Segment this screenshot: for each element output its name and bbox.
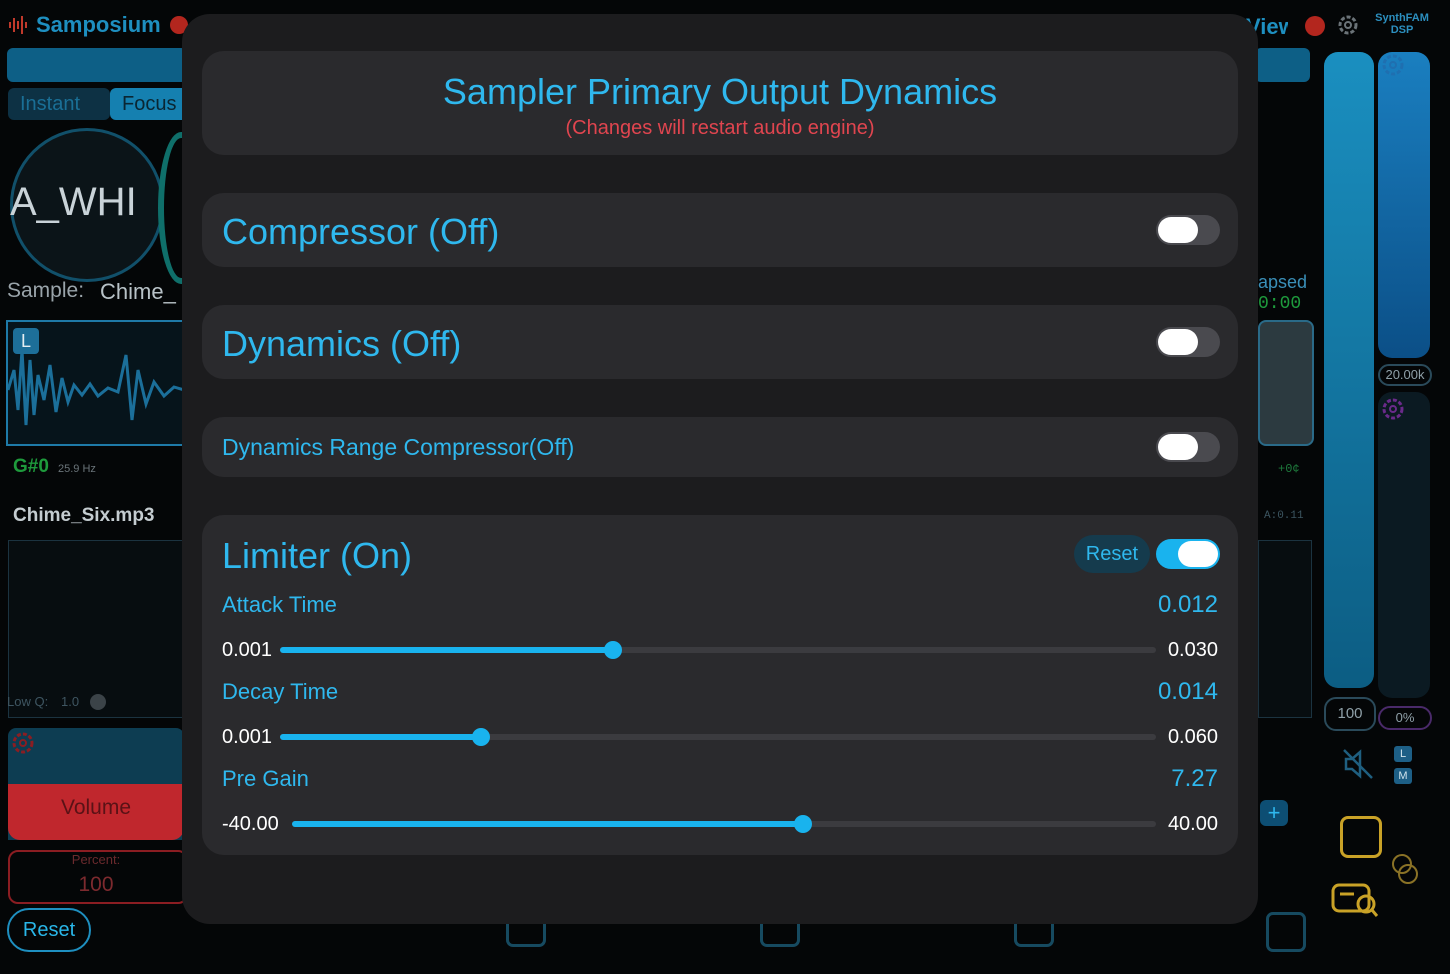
low-q-label: Low Q: — [7, 694, 49, 709]
tab-instant[interactable]: Instant — [8, 88, 110, 120]
badge-left[interactable]: L — [1394, 746, 1412, 762]
toggle-thumb — [1178, 541, 1218, 567]
sample-bar[interactable] — [7, 48, 187, 82]
slider-fill — [292, 821, 803, 827]
gear-icon[interactable] — [1380, 396, 1406, 427]
slider-fill — [280, 734, 482, 740]
attack-readout: A:0.11 — [1264, 510, 1304, 522]
compressor-row: Compressor (Off) — [202, 193, 1238, 267]
note-hz: 25.9 Hz — [58, 463, 96, 475]
drc-row: Dynamics Range Compressor(Off) — [202, 417, 1238, 477]
modal-header: Sampler Primary Output Dynamics (Changes… — [202, 51, 1238, 155]
restart-warning: (Changes will restart audio engine) — [565, 117, 875, 139]
elapsed-value: 0:00 — [1258, 294, 1302, 314]
pre-gain-value: 7.27 — [1171, 765, 1218, 792]
low-q-slider-thumb[interactable] — [90, 694, 106, 710]
decay-time-label: Decay Time — [222, 679, 339, 704]
dynamics-toggle[interactable] — [1156, 327, 1220, 357]
elapsed-label: apsed — [1258, 272, 1308, 292]
pre-gain-slider[interactable] — [292, 815, 1156, 833]
drc-toggle[interactable] — [1156, 432, 1220, 462]
mix-pill: 0% — [1378, 706, 1432, 730]
pre-gain-min: -40.00 — [222, 813, 279, 835]
dynamics-modal: Sampler Primary Output Dynamics (Changes… — [182, 14, 1258, 924]
brand-logo: SynthFAM DSP — [1375, 12, 1429, 36]
sample-bar-right[interactable] — [1255, 48, 1310, 82]
attack-time-slider[interactable] — [280, 641, 1156, 659]
file-name: Chime_Six.mp3 — [13, 505, 155, 526]
add-button[interactable]: + — [1260, 800, 1288, 826]
envelope-graph[interactable] — [1258, 540, 1312, 718]
attack-time-label: Attack Time — [222, 592, 337, 617]
limiter-reset-button[interactable]: Reset — [1073, 535, 1150, 573]
freq-pill: 20.00k — [1378, 364, 1432, 386]
slider-thumb[interactable] — [603, 641, 622, 659]
volume-label: Volume — [60, 796, 132, 819]
slider-thumb[interactable] — [793, 815, 812, 833]
limiter-toggle[interactable] — [1156, 539, 1220, 569]
pre-gain-label: Pre Gain — [222, 766, 309, 791]
mix-slider[interactable] — [1378, 392, 1430, 698]
waveform-graphic — [8, 349, 184, 426]
pitch-offset: +0¢ — [1278, 462, 1300, 476]
decay-time-min: 0.001 — [222, 726, 273, 748]
dice-icon[interactable] — [1340, 816, 1382, 858]
drc-label: Dynamics Range Compressor(Off) — [222, 434, 575, 460]
reset-button[interactable]: Reset — [7, 908, 91, 952]
limiter-label: Limiter (On) — [222, 535, 413, 576]
knob-text: A_WHI — [10, 180, 137, 224]
circles-icon[interactable] — [1386, 852, 1422, 893]
gear-icon[interactable] — [1336, 13, 1360, 42]
record-icon[interactable] — [1305, 16, 1325, 36]
dice-icon[interactable] — [1266, 912, 1306, 952]
percent-value: 100 — [78, 873, 114, 896]
limiter-panel: Limiter (On) Reset Attack Time 0.012 0.0… — [202, 515, 1238, 855]
channel-badge[interactable]: L — [13, 328, 39, 354]
decay-time-value: 0.014 — [1157, 678, 1218, 705]
toggle-thumb — [1158, 434, 1198, 460]
level-pill: 100 — [1324, 697, 1376, 731]
compressor-label: Compressor (Off) — [222, 211, 500, 252]
dynamics-row: Dynamics (Off) — [202, 305, 1238, 379]
mute-speaker-icon[interactable] — [1340, 746, 1376, 787]
decay-time-slider[interactable] — [280, 728, 1156, 746]
dynamics-label: Dynamics (Off) — [222, 323, 462, 364]
low-q-value: 1.0 — [61, 694, 80, 709]
pre-gain-max: 40.00 — [1167, 813, 1218, 835]
attack-time-value: 0.012 — [1157, 591, 1218, 618]
slider-fill — [280, 647, 613, 653]
decay-time-max: 0.060 — [1167, 726, 1218, 748]
eq-graph[interactable] — [8, 540, 186, 718]
search-chat-icon[interactable] — [1330, 880, 1380, 927]
toggle-thumb — [1158, 217, 1198, 243]
sample-label: Sample: — [7, 279, 85, 302]
gear-icon[interactable] — [1380, 52, 1406, 83]
modal-title: Sampler Primary Output Dynamics — [442, 71, 998, 112]
badge-mono[interactable]: M — [1394, 768, 1412, 784]
compressor-toggle[interactable] — [1156, 215, 1220, 245]
filter-slider[interactable] — [1378, 52, 1430, 358]
level-slider[interactable] — [1324, 52, 1374, 688]
gear-icon[interactable] — [10, 730, 36, 761]
sample-value: Chime_ — [100, 279, 176, 304]
percent-label: Percent: — [71, 852, 121, 867]
slider-thumb[interactable] — [472, 728, 491, 746]
app-title: Samposium — [36, 12, 161, 37]
attack-time-max: 0.030 — [1167, 639, 1218, 661]
waveform-icon — [8, 14, 28, 36]
attack-time-min: 0.001 — [222, 639, 273, 661]
preview-strip[interactable] — [1258, 320, 1314, 446]
note-name: G#0 — [13, 456, 49, 477]
toggle-thumb — [1158, 329, 1198, 355]
